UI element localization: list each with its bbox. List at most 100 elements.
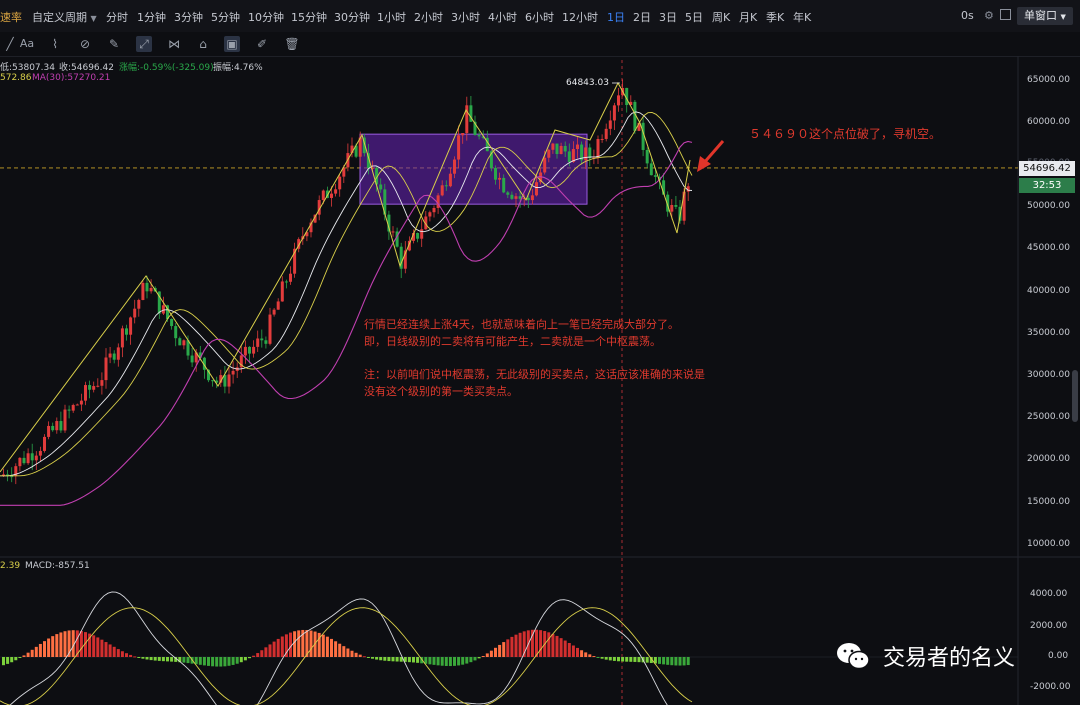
candle-body: [334, 189, 338, 194]
macd-histogram-bar: [149, 657, 153, 661]
candle-body: [682, 191, 686, 221]
price-tick: 35000.00: [1027, 328, 1070, 338]
ma10-line: [0, 112, 693, 477]
macd-histogram-bar: [342, 646, 346, 657]
macd-histogram-bar: [239, 657, 243, 663]
macd-histogram-bar: [563, 640, 567, 657]
price-tick: 50000.00: [1027, 201, 1070, 211]
macd-histogram-bar: [448, 657, 452, 667]
candle-body: [604, 128, 608, 139]
candle-body: [440, 185, 444, 196]
macd-histogram-bar: [539, 630, 543, 657]
candle-body: [252, 346, 256, 354]
candle-body: [444, 185, 448, 187]
macd-histogram-bar: [481, 655, 485, 657]
candle-body: [510, 194, 514, 199]
macd-histogram-bar: [391, 657, 395, 662]
macd-histogram-bar: [567, 643, 571, 657]
candle-body: [584, 147, 588, 161]
macd-histogram-bar: [600, 657, 604, 659]
macd-histogram-bar: [670, 657, 674, 666]
candle-body: [608, 120, 612, 129]
dif-line: [9, 591, 668, 705]
candle-body: [547, 149, 551, 158]
current-price-tag: 54696.42: [1019, 161, 1075, 176]
macd-histogram-bar: [92, 635, 96, 657]
macd-histogram-bar: [219, 657, 223, 667]
candle-body: [567, 151, 571, 163]
candle-body: [248, 346, 251, 354]
macd-histogram-bar: [489, 650, 493, 657]
macd-histogram-bar: [145, 657, 149, 660]
macd-histogram-bar: [629, 657, 633, 662]
macd-histogram-bar: [412, 657, 415, 663]
candle-body: [133, 308, 137, 318]
macd-histogram-bar: [617, 657, 620, 662]
candle-body: [559, 145, 563, 155]
macd-histogram-bar: [375, 657, 379, 660]
macd-histogram-bar: [198, 657, 202, 665]
macd-histogram-bar: [186, 657, 190, 664]
price-tick: 20000.00: [1027, 454, 1070, 464]
candle-body: [264, 340, 268, 344]
candle-body: [649, 163, 653, 176]
macd-histogram-bar: [34, 646, 38, 657]
macd-histogram-bar: [235, 657, 239, 664]
macd-histogram-bar: [334, 641, 338, 657]
macd-histogram-bar: [112, 646, 116, 657]
candle-body: [260, 338, 264, 341]
candle-body: [67, 409, 71, 411]
macd-histogram-bar: [662, 657, 666, 665]
macd-histogram-bar: [678, 657, 682, 666]
macd-histogram-bar: [338, 643, 342, 657]
macd-histogram-bar: [666, 657, 670, 665]
macd-histogram-bar: [26, 652, 30, 657]
wechat-icon: [836, 641, 870, 671]
candle-body: [645, 149, 649, 164]
candle-body: [149, 287, 153, 292]
macd-histogram-bar: [47, 638, 51, 657]
candle-body: [477, 134, 481, 137]
macd-histogram-bar: [346, 648, 350, 657]
candle-body: [38, 450, 42, 456]
macd-histogram-bar: [428, 657, 432, 665]
candle-body: [576, 144, 579, 150]
candle-body: [280, 281, 284, 302]
macd-histogram-bar: [22, 655, 26, 657]
price-tick: 25000.00: [1027, 412, 1070, 422]
macd-histogram-bar: [14, 657, 18, 661]
macd-histogram-bar: [354, 652, 358, 657]
candle-body: [543, 157, 547, 173]
candle-body: [92, 386, 96, 390]
macd-histogram-bar: [502, 642, 506, 657]
candle-body: [612, 105, 616, 121]
candle-body: [145, 282, 149, 292]
price-tick: 45000.00: [1027, 243, 1070, 253]
price-chart[interactable]: [0, 0, 1080, 705]
analysis-note-1: 行情已经连续上涨4天，也就意味着向上一笔已经完成大部分了。: [364, 318, 679, 331]
macd-histogram-bar: [432, 657, 436, 665]
macd-histogram-bar: [658, 657, 661, 664]
macd-histogram-bar: [498, 644, 502, 657]
price-tick: 30000.00: [1027, 370, 1070, 380]
candle-body: [120, 328, 124, 348]
candle-body: [276, 301, 280, 310]
macd-histogram-bar: [268, 644, 272, 657]
macd-histogram-bar: [133, 656, 137, 658]
macd-histogram-bar: [494, 647, 497, 657]
macd-histogram-bar: [674, 657, 678, 666]
macd-histogram-bar: [362, 656, 366, 658]
macd-histogram-bar: [153, 657, 157, 661]
dea-line: [0, 607, 693, 705]
candle-body: [272, 309, 276, 315]
macd-histogram-bar: [321, 634, 325, 657]
candle-body: [338, 176, 342, 190]
macd-histogram-bar: [571, 645, 575, 657]
macd-histogram-bar: [612, 657, 616, 661]
macd-histogram-bar: [297, 630, 301, 657]
macd-histogram-bar: [366, 657, 370, 658]
candle-body: [211, 380, 215, 382]
price-tick: 65000.00: [1027, 75, 1070, 85]
macd-histogram-bar: [59, 632, 63, 657]
candle-body: [243, 346, 247, 356]
